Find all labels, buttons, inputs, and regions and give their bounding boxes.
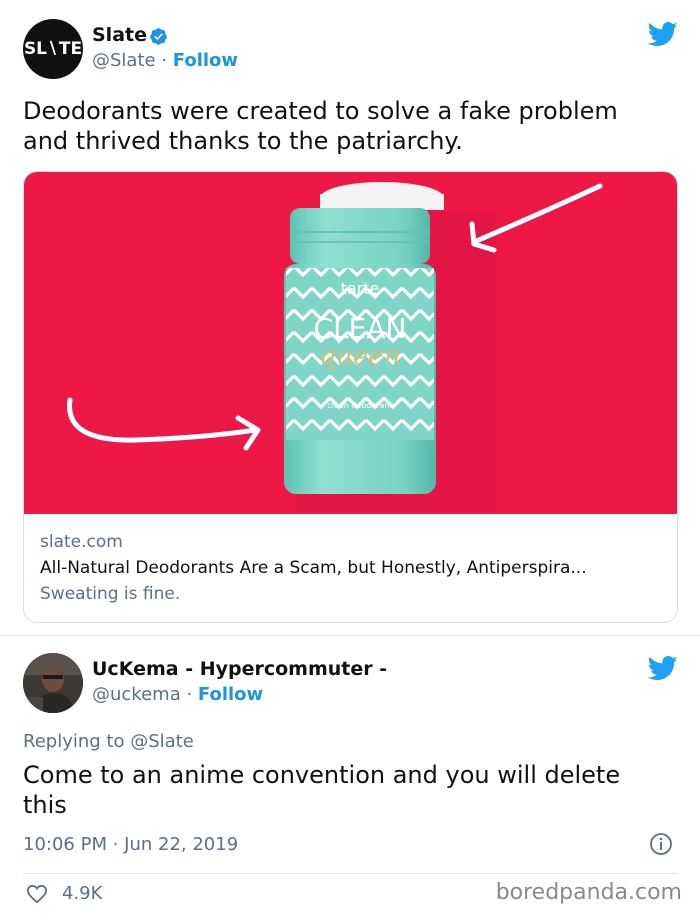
watermark: boredpanda.com — [495, 880, 682, 905]
product-fine-print: clean deodorant — [327, 401, 392, 410]
card-description: Sweating is fine. — [40, 584, 181, 604]
separator-line — [23, 873, 678, 874]
product-brand: tarte — [341, 279, 380, 298]
twitter-logo-icon[interactable] — [648, 22, 678, 47]
product-name-line2: queen — [320, 341, 401, 371]
tweet-uckema: UcKema - Hypercommuter - @uckema · Follo… — [0, 636, 700, 922]
like-heart-icon[interactable] — [26, 884, 48, 904]
separator: · — [180, 684, 198, 705]
tweet-text-line: Come to an anime convention and you will… — [23, 761, 621, 789]
handle[interactable]: @Slate — [92, 50, 156, 71]
follow-button[interactable]: Follow — [198, 684, 263, 705]
separator: · — [155, 50, 173, 71]
handle-line: @uckema · Follow — [92, 684, 263, 705]
tweet-text-line: and thrived thanks to the patriarchy. — [23, 127, 463, 155]
tweet-slate: SL∖TE Slate @Slate · Follow Deodorants w… — [0, 0, 700, 636]
handle[interactable]: @uckema — [92, 684, 181, 705]
info-icon[interactable] — [649, 832, 673, 856]
tweet-text: Deodorants were created to solve a fake … — [23, 96, 618, 156]
tweet-text-line: Deodorants were created to solve a fake … — [23, 97, 618, 125]
author-name[interactable]: UcKema - Hypercommuter - — [92, 658, 387, 680]
card-title[interactable]: All-Natural Deodorants Are a Scam, but H… — [40, 558, 587, 578]
avatar[interactable] — [23, 653, 83, 713]
twitter-logo-icon[interactable] — [648, 656, 678, 681]
follow-button[interactable]: Follow — [173, 50, 238, 71]
like-count: 4.9K — [62, 883, 103, 904]
avatar-photo — [23, 653, 83, 713]
verified-badge-icon — [150, 28, 167, 45]
replying-to[interactable]: Replying to @Slate — [23, 731, 194, 752]
deodorant-product-image: tarte CLEAN queen clean deodorant — [67, 182, 603, 512]
card-image[interactable]: tarte CLEAN queen clean deodorant — [24, 172, 677, 514]
card-domain: slate.com — [40, 532, 123, 552]
timestamp[interactable]: 10:06 PM · Jun 22, 2019 — [23, 834, 238, 855]
arrow-bottom-left — [67, 397, 259, 443]
handle-line: @Slate · Follow — [92, 50, 238, 71]
link-card[interactable]: tarte CLEAN queen clean deodorant slate.… — [23, 171, 678, 623]
tweet-text: Come to an anime convention and you will… — [23, 760, 620, 820]
tweet-text-line: this — [23, 791, 67, 819]
author-name[interactable]: Slate — [92, 24, 147, 46]
avatar[interactable]: SL∖TE — [23, 19, 83, 79]
